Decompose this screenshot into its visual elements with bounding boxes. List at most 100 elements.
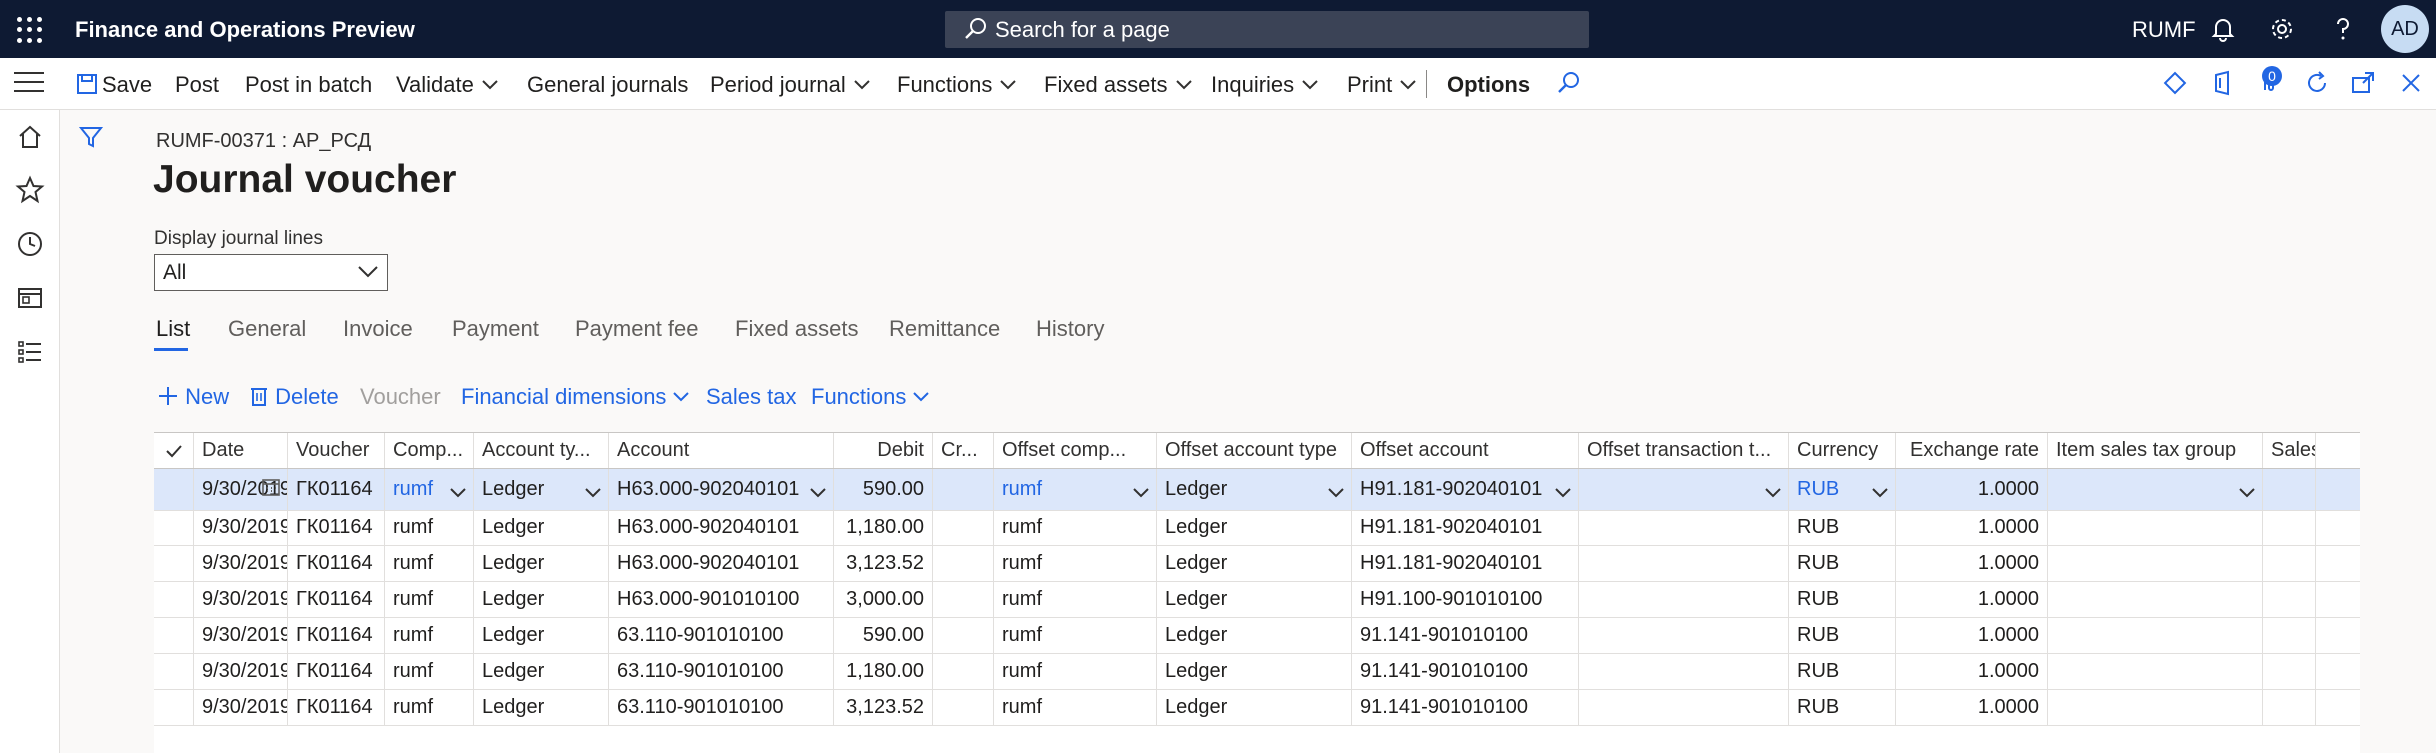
tab-invoice[interactable]: Invoice xyxy=(343,316,413,342)
chevron-down-icon[interactable] xyxy=(584,482,602,505)
cell-exchange-rate[interactable]: 1.0000 xyxy=(1896,618,2048,653)
cell-offset-account-type[interactable]: Ledger xyxy=(1157,510,1352,545)
cell-debit[interactable]: 3,123.52 xyxy=(834,690,933,725)
cell-account[interactable]: H63.000-902040101 xyxy=(609,510,834,545)
cell-voucher[interactable]: ГК01164 xyxy=(288,510,385,545)
cell-exchange-rate[interactable]: 1.0000 xyxy=(1896,510,2048,545)
row-select-cell[interactable] xyxy=(154,510,194,545)
cell-sales[interactable] xyxy=(2263,582,2316,617)
table-row[interactable]: 9/30/2019 ГК01164 rumf Ledger 63.110-9010101… xyxy=(154,618,2360,654)
column-header-debit[interactable]: Debit xyxy=(834,433,933,468)
cell-currency[interactable]: RUB xyxy=(1789,582,1896,617)
avatar[interactable]: AD xyxy=(2381,5,2429,53)
cell-date[interactable]: 9/30/2019 xyxy=(194,469,288,510)
inquiries-menu[interactable]: Inquiries xyxy=(1211,72,1318,98)
select-all-checkbox[interactable] xyxy=(154,433,194,468)
cell-offset-account-type[interactable]: Ledger xyxy=(1157,654,1352,689)
cell-offset-company[interactable]: rumf xyxy=(994,510,1157,545)
cell-offset-transaction-type[interactable] xyxy=(1579,618,1789,653)
cell-debit[interactable]: 1,180.00 xyxy=(834,510,933,545)
cell-sales[interactable] xyxy=(2263,469,2316,510)
search-icon[interactable] xyxy=(1556,70,1582,96)
cell-currency[interactable]: RUB xyxy=(1789,618,1896,653)
table-row[interactable]: 9/30/2019 ГК01164 rumf Ledger 63.110-9010101… xyxy=(154,690,2360,726)
cell-account-type[interactable]: Ledger xyxy=(474,654,609,689)
workspaces-icon[interactable] xyxy=(15,283,45,313)
column-header-exchange-rate[interactable]: Exchange rate xyxy=(1896,433,2048,468)
options-button[interactable]: Options xyxy=(1447,72,1530,98)
cell-company[interactable]: rumf xyxy=(385,582,474,617)
cell-item-sales-tax-group[interactable] xyxy=(2048,690,2263,725)
cell-account[interactable]: 63.110-901010100 xyxy=(609,690,834,725)
chevron-down-icon[interactable] xyxy=(449,482,467,505)
cell-voucher[interactable]: ГК01164 xyxy=(288,582,385,617)
cell-company[interactable]: rumf xyxy=(385,618,474,653)
tab-payment-fee[interactable]: Payment fee xyxy=(575,316,699,342)
hamburger-menu-icon[interactable] xyxy=(14,72,44,96)
cell-credit[interactable] xyxy=(933,690,994,725)
office-icon[interactable] xyxy=(2208,68,2238,98)
cell-offset-transaction-type[interactable] xyxy=(1579,546,1789,581)
grid-functions-menu[interactable]: Functions xyxy=(811,384,929,410)
chevron-down-icon[interactable] xyxy=(809,482,827,505)
chevron-down-icon[interactable] xyxy=(1764,482,1782,505)
column-header-date[interactable]: Date xyxy=(194,433,288,468)
column-header-offset-transaction-type[interactable]: Offset transaction t... xyxy=(1579,433,1789,468)
bell-icon[interactable] xyxy=(2208,14,2238,44)
row-select-cell[interactable] xyxy=(154,546,194,581)
cell-offset-company[interactable]: rumf xyxy=(994,654,1157,689)
cell-account[interactable]: H63.000-902040101 xyxy=(609,469,834,510)
cell-date[interactable]: 9/30/2019 xyxy=(194,654,288,689)
cell-offset-company[interactable]: rumf xyxy=(994,546,1157,581)
cell-offset-account[interactable]: 91.141-901010100 xyxy=(1352,618,1579,653)
column-header-account[interactable]: Account xyxy=(609,433,834,468)
column-header-item-sales-tax-group[interactable]: Item sales tax group xyxy=(2048,433,2263,468)
gear-icon[interactable] xyxy=(2267,14,2297,44)
cell-currency[interactable]: RUB xyxy=(1789,546,1896,581)
cell-offset-account-type[interactable]: Ledger xyxy=(1157,546,1352,581)
column-header-account-type[interactable]: Account ty... xyxy=(474,433,609,468)
column-header-offset-company[interactable]: Offset comp... xyxy=(994,433,1157,468)
delete-button[interactable]: Delete xyxy=(249,384,339,410)
cell-offset-account[interactable]: 91.141-901010100 xyxy=(1352,690,1579,725)
cell-sales[interactable] xyxy=(2263,690,2316,725)
cell-sales[interactable] xyxy=(2263,654,2316,689)
chevron-down-icon[interactable] xyxy=(1327,482,1345,505)
validate-menu[interactable]: Validate xyxy=(396,72,498,98)
cell-offset-account-type[interactable]: Ledger xyxy=(1157,690,1352,725)
clock-icon[interactable] xyxy=(15,229,45,259)
cell-sales[interactable] xyxy=(2263,546,2316,581)
open-in-new-window-icon[interactable] xyxy=(2348,68,2378,98)
column-header-currency[interactable]: Currency xyxy=(1789,433,1896,468)
cell-account-type[interactable]: Ledger xyxy=(474,690,609,725)
cell-credit[interactable] xyxy=(933,546,994,581)
cell-offset-account-type[interactable]: Ledger xyxy=(1157,618,1352,653)
cell-credit[interactable] xyxy=(933,582,994,617)
period-journal-menu[interactable]: Period journal xyxy=(710,72,870,98)
refresh-icon[interactable] xyxy=(2302,68,2332,98)
cell-offset-account-type[interactable]: Ledger xyxy=(1157,582,1352,617)
cell-offset-transaction-type[interactable] xyxy=(1579,654,1789,689)
help-icon[interactable] xyxy=(2328,14,2358,44)
filter-icon[interactable] xyxy=(78,124,104,150)
cell-sales[interactable] xyxy=(2263,618,2316,653)
cell-offset-company[interactable]: rumf xyxy=(994,469,1157,510)
table-row[interactable]: 9/30/2019 ГК01164 rumf Ledger H63.000-901010… xyxy=(154,582,2360,618)
cell-debit[interactable]: 3,123.52 xyxy=(834,546,933,581)
cell-account-type[interactable]: Ledger xyxy=(474,582,609,617)
cell-account-type[interactable]: Ledger xyxy=(474,546,609,581)
cell-currency[interactable]: RUB xyxy=(1789,654,1896,689)
cell-item-sales-tax-group[interactable] xyxy=(2048,510,2263,545)
cell-offset-transaction-type[interactable] xyxy=(1579,510,1789,545)
row-select-cell[interactable] xyxy=(154,618,194,653)
post-button[interactable]: Post xyxy=(175,72,219,98)
general-journals-button[interactable]: General journals xyxy=(527,72,688,98)
cell-item-sales-tax-group[interactable] xyxy=(2048,654,2263,689)
cell-offset-transaction-type[interactable] xyxy=(1579,690,1789,725)
chevron-down-icon[interactable] xyxy=(1554,482,1572,505)
close-icon[interactable] xyxy=(2396,68,2426,98)
cell-credit[interactable] xyxy=(933,618,994,653)
cell-date[interactable]: 9/30/2019 xyxy=(194,690,288,725)
search-input[interactable]: Search for a page xyxy=(945,11,1589,48)
chevron-down-icon[interactable] xyxy=(1132,482,1150,505)
